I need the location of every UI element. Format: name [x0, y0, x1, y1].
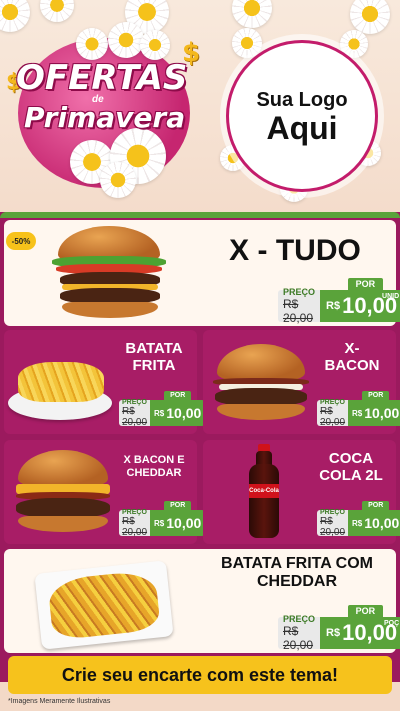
por-tab: POR: [347, 605, 384, 617]
por-tab: POR: [164, 501, 192, 510]
product-title: X - TUDO: [229, 234, 361, 267]
product-card-batata-cheddar: BATATA FRITA COM CHEDDAR PREÇO R$ 20,00 …: [4, 549, 400, 653]
logo-placeholder: Sua Logo Aqui: [226, 40, 378, 192]
new-price: R$ 10,00 UNID: [320, 290, 400, 322]
product-card-x-bacon: X- BACON PREÇO R$ 20,00 R$ 10,00 POR: [203, 330, 400, 434]
bottle-label: Coca-Cola: [249, 484, 279, 498]
daisy-flower-icon: [350, 0, 390, 34]
por-tab: POR: [347, 278, 384, 290]
daisy-flower-icon: [0, 0, 30, 32]
por-tab: POR: [164, 391, 192, 400]
discount-badge: -50%: [6, 232, 36, 250]
product-title: X- BACON: [324, 340, 380, 375]
price-tag: PREÇO R$ 20,00 R$ 10,00 POR: [317, 391, 400, 428]
daisy-flower-icon: [40, 0, 74, 22]
price-tag: PREÇO R$ 20,00 R$ 10,00 UNID POR: [278, 278, 400, 325]
burger-image: [10, 450, 116, 536]
old-price: PREÇO R$ 20,00: [119, 399, 151, 428]
cta-banner[interactable]: Crie seu encarte com este tema!: [8, 656, 392, 694]
old-price: PREÇO R$ 20,00: [317, 509, 349, 538]
daisy-flower-icon: [100, 162, 136, 198]
price-tag: PREÇO R$ 20,00 R$ 10,00 POR: [119, 501, 206, 538]
product-card-batata-frita: BATATA FRITA PREÇO R$ 20,00 R$ 10,00 POR: [4, 330, 206, 434]
product-card-x-tudo: X - TUDO PREÇO R$ 20,00 R$ 10,00 UNID PO…: [4, 220, 400, 326]
product-title: BATATA FRITA COM CHEDDAR: [221, 555, 373, 591]
flyer-page: $ $ OFERTAS de Primavera Sua Logo Aqui X…: [0, 0, 400, 711]
new-price: R$ 10,00: [348, 400, 400, 426]
new-price: R$ 10,00 POÇ: [320, 617, 400, 649]
old-price: PREÇO R$ 20,00: [278, 287, 321, 325]
new-price: R$ 10,00: [348, 510, 400, 536]
product-title: X BACON E CHEDDAR: [123, 454, 185, 479]
price-tag: PREÇO R$ 20,00 R$ 10,00 POR: [317, 501, 400, 538]
daisy-flower-icon: [232, 0, 272, 28]
price-tag: PREÇO R$ 20,00 R$ 10,00 POÇ POR: [278, 605, 400, 652]
header: $ $ OFERTAS de Primavera Sua Logo Aqui: [0, 0, 400, 215]
fries-image: [8, 352, 116, 422]
footnote: *Imagens Meramente Ilustrativas: [8, 698, 111, 705]
por-tab: POR: [362, 501, 390, 510]
headline: $ $ OFERTAS de Primavera: [6, 38, 206, 158]
old-price: PREÇO R$ 20,00: [278, 614, 321, 652]
burger-image: [50, 226, 168, 322]
logo-line-2: Aqui: [266, 109, 338, 146]
por-tab: POR: [362, 391, 390, 400]
headline-primavera: Primavera: [24, 101, 186, 134]
burger-image: [209, 344, 313, 424]
old-price: PREÇO R$ 20,00: [119, 509, 151, 538]
product-title: COCA COLA 2L: [319, 450, 383, 485]
divider-line: [0, 212, 400, 218]
old-price: PREÇO R$ 20,00: [317, 399, 349, 428]
price-tag: PREÇO R$ 20,00 R$ 10,00 POR: [119, 391, 206, 428]
product-card-x-bacon-cheddar: X BACON E CHEDDAR PREÇO R$ 20,00 R$ 10,0…: [4, 440, 206, 544]
product-card-coca-cola: Coca-Cola COCA COLA 2L PREÇO R$ 20,00 R$…: [203, 440, 400, 544]
product-title: BATATA FRITA: [125, 340, 183, 375]
headline-ofertas: OFERTAS: [16, 58, 188, 98]
new-price: R$ 10,00: [150, 400, 206, 426]
new-price: R$ 10,00: [150, 510, 206, 536]
soda-bottle-image: Coca-Cola: [247, 444, 281, 540]
cheddar-fries-image: [34, 557, 174, 650]
logo-line-1: Sua Logo: [256, 88, 348, 111]
